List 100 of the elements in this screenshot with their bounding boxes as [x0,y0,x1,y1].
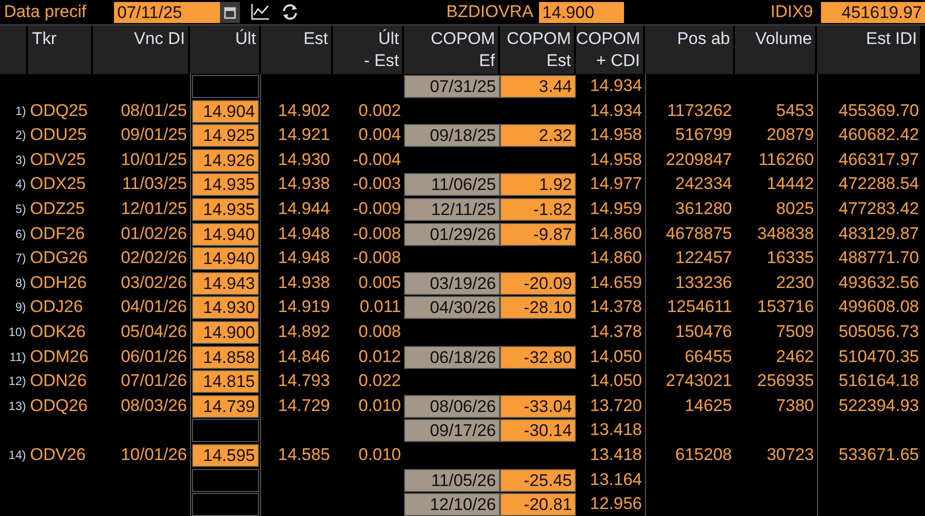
empty-cell [192,75,259,98]
volume-cell-text: 8025 [775,198,815,220]
index-label: IDIX9 [769,2,814,22]
copom-cdi-cell-text: 14.977 [589,173,643,196]
volume-cell-text: 14442 [766,173,815,196]
line-chart-icon[interactable] [250,3,270,21]
copom-date-cell: 07/31/25 [404,75,500,98]
date-field[interactable]: 07/11/25 [114,2,220,22]
difference-cell-text: -0.004 [352,148,402,171]
volume-cell-text: 7509 [775,320,815,343]
difference-cell-text: 0.002 [357,100,402,122]
ticker-cell-text: ODF26 [29,222,86,245]
copom-estimate-cell: -9.87 [500,222,576,246]
row-number: 7) [14,250,27,268]
volume-cell-text: 256935 [756,370,815,392]
copom-estimate-cell: 3.44 [500,75,576,98]
open-position-cell: 361280 [645,196,735,222]
estimate-cell-text: 14.938 [277,272,331,294]
estimate-cell-text: 14.793 [277,370,331,392]
copom-date-cell: 12/10/26 [404,493,500,516]
last-price-cell: 14.900 [192,320,259,344]
estimate-cell-text: 14.921 [277,124,331,146]
copom-estimate-cell: 1.92 [500,173,576,196]
ticker-cell-text: ODZ25 [29,198,86,220]
difference-cell-text: 0.010 [357,444,402,466]
copom-cdi-cell-text: 14.659 [589,272,643,294]
copom-estimate-cell: -33.04 [500,394,576,418]
difference-cell-text: 0.010 [357,394,402,417]
copom-estimate-cell: -30.14 [500,419,576,442]
idi-estimate-cell: 533671.65 [817,442,922,468]
difference-cell-text: 0.012 [357,346,402,368]
last-price-cell: 14.935 [192,198,259,221]
difference-cell-text: 0.022 [357,370,402,392]
ticker-cell-text: ODX25 [29,173,87,196]
empty-cell [192,419,259,442]
row-number: 10) [8,324,27,341]
volume-cell-text: 348838 [756,222,815,245]
last-price-cell: 14.935 [192,173,259,196]
maturity-cell-text: 06/01/26 [120,346,188,368]
copom-cdi-cell-text: 13.418 [589,419,643,442]
last-price-cell: 14.940 [192,247,259,270]
row-number: 3) [14,152,27,169]
maturity-cell-text: 12/01/25 [120,198,188,220]
copom-cdi-cell-text: 14.959 [589,198,643,220]
idi-estimate-cell: 510470.35 [817,344,922,370]
row-number: 6) [14,226,27,243]
estimate-cell-text: 14.892 [277,320,331,343]
last-price-cell: 14.943 [192,272,259,295]
index-value: 451619.97 [821,2,925,22]
copom-date-cell: 11/06/25 [404,173,500,196]
copom-date-cell: 06/18/26 [404,346,500,369]
open-position-cell: 133236 [645,270,735,296]
last-price-cell: 14.940 [192,222,259,246]
copom-cdi-cell-text: 13.418 [589,444,643,466]
maturity-cell-text: 04/01/26 [120,296,188,318]
last-price-cell: 14.904 [192,100,259,123]
maturity-cell-text: 09/01/25 [120,124,188,146]
ticker-cell-text: ODQ25 [29,100,89,122]
maturity-cell-text: 11/03/25 [121,173,188,196]
row-number: 2) [14,127,27,144]
copom-cdi-cell-text: 14.050 [589,346,643,368]
row-number: 13) [8,398,27,415]
copom-cdi-cell-text: 12.956 [589,493,643,516]
volume-cell-text: 116260 [758,148,815,171]
volume-cell-text: 7380 [775,394,815,417]
estimate-cell-text: 14.930 [277,148,331,171]
volume-cell-text: 16335 [766,247,815,270]
estimate-cell-text: 14.938 [277,173,331,196]
calendar-icon[interactable] [220,2,240,22]
open-position-cell: 4678875 [645,222,735,247]
difference-cell-text: 0.004 [357,124,402,146]
maturity-cell-text: 10/01/25 [120,148,188,171]
ticker-cell-text: ODG26 [29,247,89,270]
copom-date-cell: 03/19/26 [404,272,500,295]
row-number: 5) [14,200,27,218]
volume-cell-text: 2462 [775,346,815,368]
estimate-cell-text: 14.948 [277,247,331,270]
last-price-cell: 14.739 [192,394,259,418]
copom-cdi-cell-text: 14.378 [589,320,643,343]
copom-date-cell: 08/06/26 [404,394,500,418]
last-price-cell: 14.926 [192,148,259,172]
difference-cell-text: -0.008 [352,247,402,270]
row-number: 1) [14,102,27,120]
column-header: Últ [190,26,261,74]
open-position-cell: 66455 [645,344,735,370]
ticker-cell-text: ODH26 [29,272,88,294]
last-price-cell: 14.815 [192,370,259,394]
date-label: Data precif [3,2,88,22]
copom-date-cell: 09/18/25 [404,124,500,148]
copom-cdi-cell-text: 14.958 [589,124,643,146]
copom-estimate-cell: 2.32 [500,124,576,148]
open-position-cell: 14625 [645,394,735,419]
maturity-cell-text: 08/03/26 [120,394,188,417]
column-header: Est IDI [817,26,922,74]
copom-estimate-cell: -32.80 [500,346,576,369]
row-number: 12) [8,373,27,390]
copom-date-cell: 04/30/26 [404,296,500,320]
estimate-cell-text: 14.919 [277,296,331,318]
copom-date-cell: 12/11/25 [404,198,500,221]
copom-cdi-cell-text: 14.958 [589,148,643,171]
